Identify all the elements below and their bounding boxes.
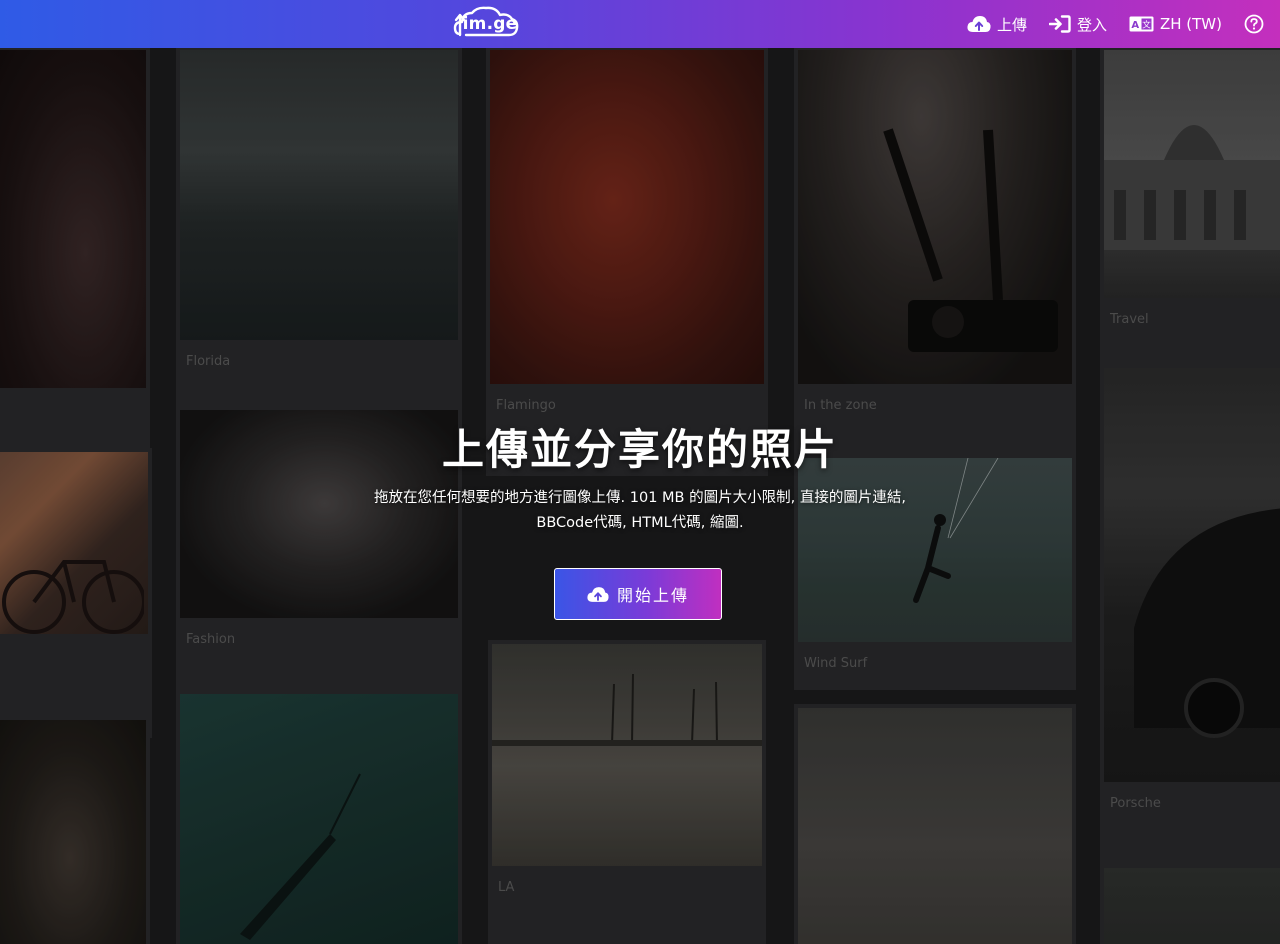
boat-illustration [240,773,361,940]
help-icon [1244,14,1264,34]
gallery-card[interactable]: In the zone [794,48,1076,476]
login-label: 登入 [1076,15,1107,34]
gallery-caption: LA [498,880,515,895]
hero-section: 上傳並分享你的照片 拖放在您任何想要的地方進行圖像上傳. 101 MB 的圖片大… [0,420,1280,620]
gallery-card[interactable]: Travel [1100,48,1280,386]
hero-title: 上傳並分享你的照片 [441,425,838,474]
gallery-photo-florida [180,50,458,340]
gallery-photo-wolf [0,720,146,944]
help-button[interactable] [1244,14,1270,34]
gallery-card[interactable]: LA [488,640,766,944]
gallery-photo-travel [1104,50,1280,298]
gallery-photo-forest [1104,868,1280,944]
upload-label: 上傳 [996,15,1027,34]
mosque-illustration [1104,125,1280,250]
upload-link[interactable]: 上傳 [967,14,1027,35]
gallery-caption: Fashion [186,632,236,647]
logo[interactable]: im.ge [452,4,520,42]
logo-text: im.ge [462,14,518,34]
gallery-caption: In the zone [804,398,877,413]
gallery-card[interactable] [176,690,462,944]
translate-icon: A 文 [1129,16,1154,32]
gallery-card[interactable] [0,48,150,476]
login-icon [1048,15,1071,33]
gallery-card[interactable] [794,704,1076,944]
gallery-caption: Wind Surf [804,656,868,671]
camera-illustration [883,128,1058,352]
language-selector[interactable]: A 文 ZH (TW) [1129,15,1222,33]
gallery-card[interactable] [0,716,150,944]
language-label: ZH (TW) [1159,15,1222,33]
gallery-card[interactable]: Flamingo [486,48,768,476]
cloud-upload-icon [967,16,991,32]
gallery-card[interactable]: Florida [176,48,462,432]
start-upload-button[interactable]: 開始上傳 [554,568,722,620]
top-nav: 上傳 登入 A 文 ZH (TW) [945,0,1270,48]
svg-text:文: 文 [1142,20,1151,31]
top-bar: im.ge 上傳 登入 A 文 ZH (TW) [0,0,1280,48]
gallery-card[interactable] [1100,864,1280,944]
start-upload-label: 開始上傳 [616,586,689,605]
cloud-upload-icon [587,586,609,602]
gallery-photo-aerial-sea [180,694,458,944]
gallery-photo-flamingo [490,50,764,384]
hero-description: 拖放在您任何想要的地方進行圖像上傳. 101 MB 的圖片大小限制, 直接的圖片… [374,490,906,531]
gallery-caption: Flamingo [496,398,556,413]
login-link[interactable]: 登入 [1048,14,1107,35]
gallery-photo-in-the-zone [798,50,1072,384]
svg-text:A: A [1131,20,1139,31]
gallery-photo-portrait [0,50,146,388]
gallery-photo-sand [798,708,1072,944]
gallery-caption: Porsche [1110,796,1161,811]
gallery-caption: Florida [186,354,231,369]
palm-trees-illustration [492,673,762,746]
gallery-caption: Travel [1110,312,1149,327]
gallery-photo-la [492,644,762,866]
